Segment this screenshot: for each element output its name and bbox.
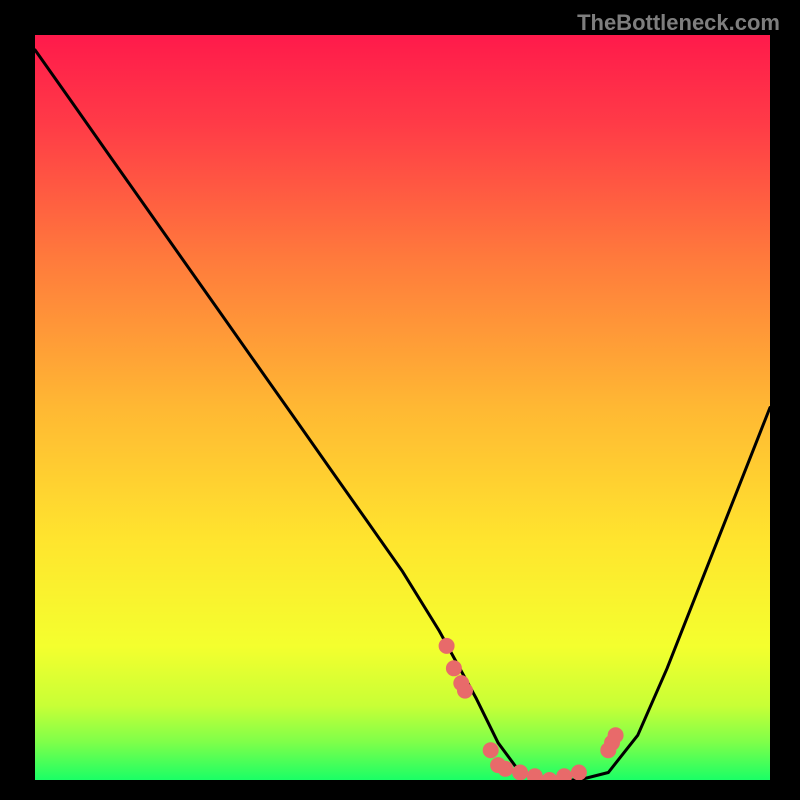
highlight-dot: [439, 638, 455, 654]
chart-svg: [0, 0, 800, 800]
frame-left: [0, 0, 35, 800]
frame-bottom: [0, 780, 800, 800]
frame-right: [770, 0, 800, 800]
highlight-dot: [497, 761, 513, 777]
highlight-dot: [483, 742, 499, 758]
highlight-dot: [446, 660, 462, 676]
highlight-dot: [571, 765, 587, 781]
plot-background: [35, 35, 770, 780]
highlight-dot: [512, 765, 528, 781]
highlight-dot: [608, 727, 624, 743]
watermark-text: TheBottleneck.com: [577, 10, 780, 36]
highlight-dot: [457, 683, 473, 699]
chart-container: TheBottleneck.com: [0, 0, 800, 800]
